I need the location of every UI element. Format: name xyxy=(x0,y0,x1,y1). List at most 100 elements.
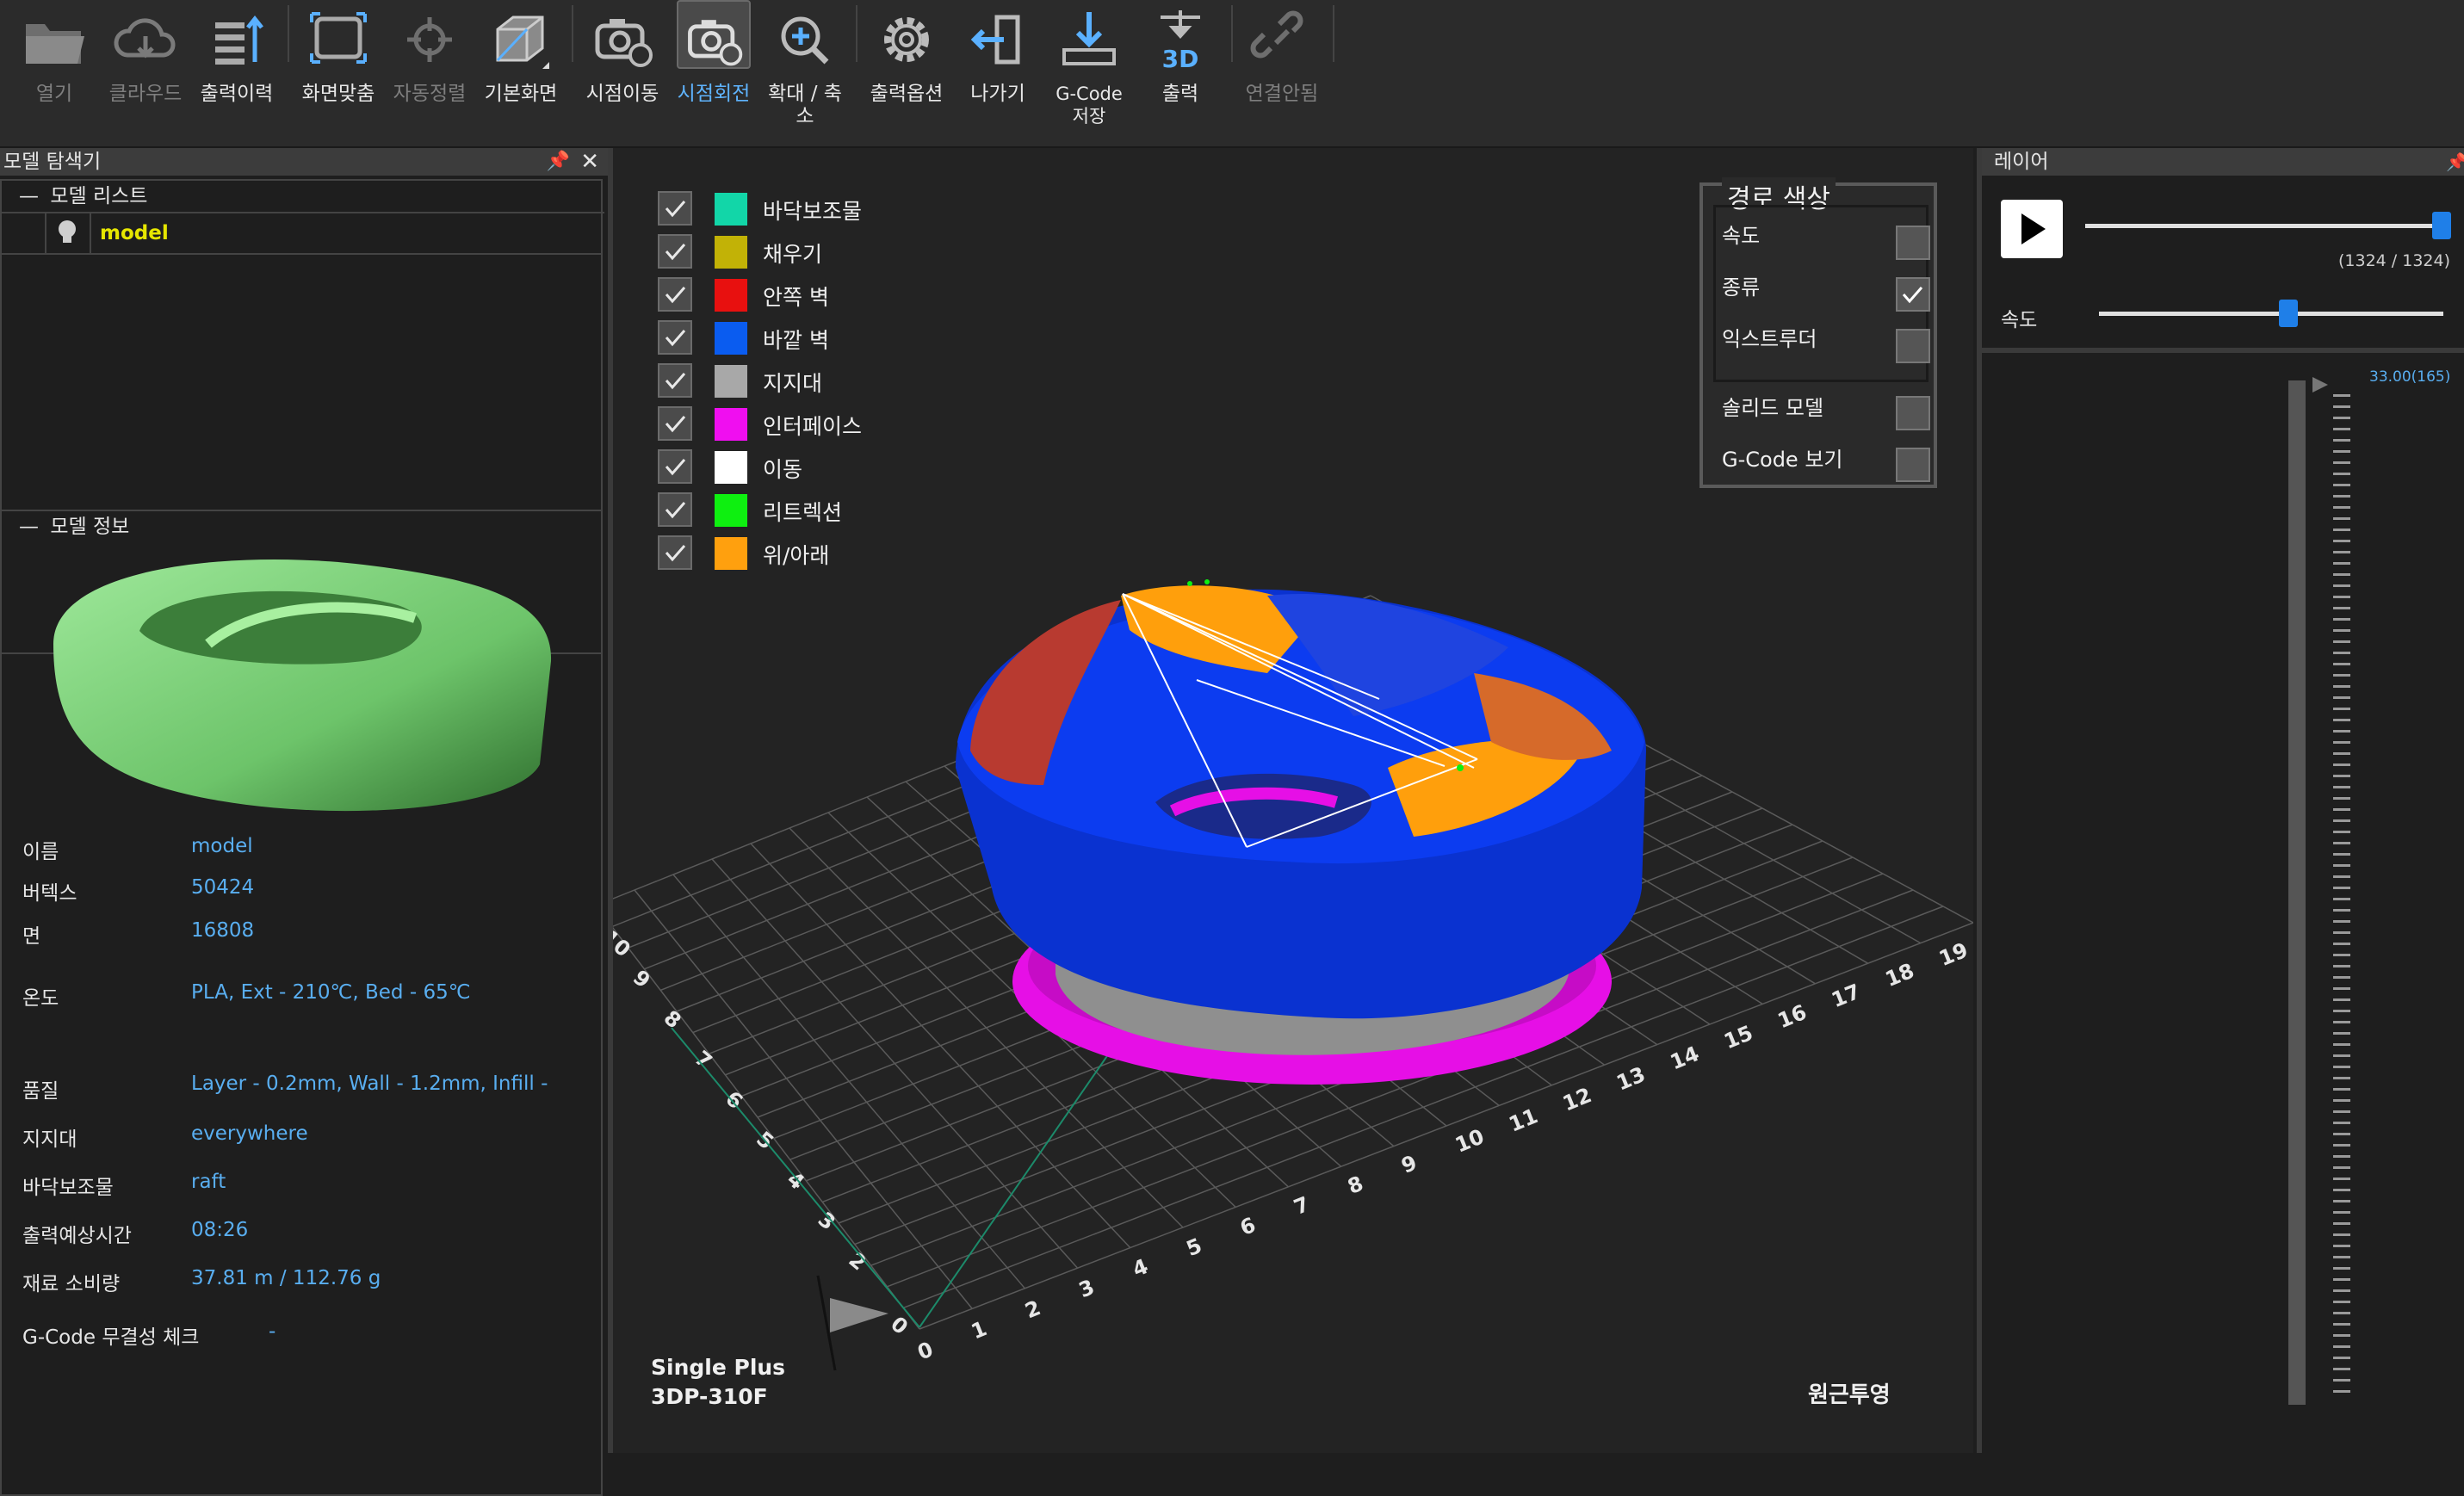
checkmark-icon xyxy=(1902,287,1923,304)
default-view-button[interactable]: 기본화면 xyxy=(484,0,558,142)
legend-label: 리트렉션 xyxy=(763,500,843,525)
x-axis-tick-label: 16 xyxy=(1774,1000,1810,1033)
legend-checkbox[interactable] xyxy=(658,406,692,441)
legend-checkbox[interactable] xyxy=(658,535,692,570)
open-button[interactable]: 열기 xyxy=(17,0,91,142)
layer-tick xyxy=(2333,842,2350,844)
history-button[interactable]: 출력이력 xyxy=(200,0,274,142)
x-axis-tick-label: 17 xyxy=(1828,980,1863,1012)
disconnected-button[interactable]: 연결안됨 xyxy=(1245,0,1319,142)
layer-tick xyxy=(2333,1233,2350,1236)
cloud-download-icon xyxy=(108,5,183,74)
close-icon[interactable]: ✕ xyxy=(580,148,599,176)
legend-checkbox[interactable] xyxy=(658,320,692,355)
3d-viewport[interactable]: 0123456789101112131415161718190234567891… xyxy=(613,148,1973,1453)
legend-checkbox[interactable] xyxy=(658,449,692,484)
rotate-view-button[interactable]: 시점회전 xyxy=(677,0,751,142)
solid-model-checkbox[interactable] xyxy=(1896,396,1930,430)
layer-tick xyxy=(2333,674,2350,677)
layer-tick xyxy=(2333,1066,2350,1068)
exit-button[interactable]: 나가기 xyxy=(961,0,1035,142)
checkmark-icon xyxy=(665,330,686,347)
layer-tick xyxy=(2333,1357,2350,1359)
layer-tick xyxy=(2333,730,2350,733)
layer-slider-track[interactable] xyxy=(2288,380,2306,1405)
print-options-button[interactable]: 출력옵션 xyxy=(870,0,944,142)
playback-slider[interactable] xyxy=(2085,212,2451,239)
layer-tick xyxy=(2333,1133,2350,1135)
layer-tick xyxy=(2333,1021,2350,1023)
layer-tick xyxy=(2333,1289,2350,1292)
collapse-icon[interactable]: — xyxy=(2,516,39,538)
legend-checkbox[interactable] xyxy=(658,363,692,398)
gcode-view-checkbox[interactable] xyxy=(1896,448,1930,482)
layer-tick xyxy=(2333,685,2350,688)
playback-slider-thumb[interactable] xyxy=(2432,212,2451,239)
print-button[interactable]: 3D 출력 xyxy=(1143,0,1217,142)
camera-pan-icon xyxy=(585,5,659,74)
checkmark-icon xyxy=(665,502,686,519)
play-button[interactable] xyxy=(2001,200,2063,258)
gcode-check-label: G-Code 무결성 체크 xyxy=(22,1326,200,1349)
layer-tick xyxy=(2333,663,2350,665)
mode-speed-checkbox[interactable] xyxy=(1896,226,1930,260)
x-axis-tick-label: 12 xyxy=(1559,1083,1594,1116)
model-info-header[interactable]: — 모델 정보 xyxy=(2,511,604,542)
gcode-save-button[interactable]: G-Code 저장 xyxy=(1052,0,1126,142)
checkmark-icon xyxy=(665,545,686,562)
layer-tick xyxy=(2333,618,2350,621)
projection-toggle[interactable]: 원근투영 xyxy=(1808,1377,1891,1409)
legend-checkbox[interactable] xyxy=(658,277,692,312)
printer-name: Single Plus xyxy=(651,1355,786,1380)
checkmark-icon xyxy=(665,416,686,433)
layer-tick xyxy=(2333,461,2350,464)
pin-icon[interactable]: 📌 xyxy=(547,148,570,176)
layer-tick xyxy=(2333,1043,2350,1046)
layer-tick xyxy=(2333,954,2350,956)
layer-tick xyxy=(2333,640,2350,643)
list-item[interactable]: model xyxy=(2,213,601,255)
speed-slider-thumb[interactable] xyxy=(2279,300,2298,327)
layer-tick xyxy=(2333,1379,2350,1382)
legend-checkbox[interactable] xyxy=(658,191,692,226)
mode-extruder-checkbox[interactable] xyxy=(1896,329,1930,363)
model-list-header[interactable]: — 모델 리스트 xyxy=(2,181,604,213)
pan-view-button[interactable]: 시점이동 xyxy=(585,0,659,142)
material-label: 재료 소비량 xyxy=(22,1273,121,1295)
x-axis-tick-label: 0 xyxy=(914,1337,937,1364)
layer-tick xyxy=(2333,629,2350,632)
fit-screen-button[interactable]: 화면맞춤 xyxy=(301,0,375,142)
x-axis-tick-label: 6 xyxy=(1236,1213,1259,1240)
legend-swatch xyxy=(715,408,747,441)
cloud-button[interactable]: 클라우드 xyxy=(108,0,183,142)
pin-icon[interactable]: 📌 xyxy=(2446,148,2464,176)
grid-line xyxy=(613,926,920,1330)
zoom-button[interactable]: 확대 / 축소 xyxy=(768,0,842,142)
legend-checkbox[interactable] xyxy=(658,234,692,269)
layer-tick xyxy=(2333,405,2350,408)
exit-icon xyxy=(961,5,1035,74)
crosshair-icon xyxy=(393,5,467,74)
camera-rotate-icon xyxy=(677,0,751,69)
layer-pointer-icon[interactable] xyxy=(2311,375,2330,399)
legend-label: 바깥 벽 xyxy=(763,328,829,353)
layer-tick xyxy=(2333,1368,2350,1370)
legend-checkbox[interactable] xyxy=(658,492,692,527)
collapse-icon[interactable]: — xyxy=(2,185,39,207)
layer-tick xyxy=(2333,1054,2350,1057)
layer-tick xyxy=(2333,819,2350,822)
svg-text:3D: 3D xyxy=(1162,45,1199,73)
explorer-titlebar: 모델 탐색기 📌 ✕ xyxy=(0,148,608,176)
speed-slider[interactable] xyxy=(2099,300,2443,327)
legend-label: 이동 xyxy=(763,457,803,482)
solid-model-label: 솔리드 모델 xyxy=(1722,396,1824,420)
vertex-label: 버텍스 xyxy=(22,882,77,905)
lightbulb-icon[interactable] xyxy=(55,219,79,251)
mode-type-label: 종류 xyxy=(1722,275,1761,300)
mode-type-checkbox[interactable] xyxy=(1896,277,1930,312)
x-axis-tick-label: 1 xyxy=(968,1316,990,1344)
layer-tick xyxy=(2333,1088,2350,1091)
legend-swatch xyxy=(715,494,747,527)
auto-align-button[interactable]: 자동정렬 xyxy=(393,0,467,142)
cube-icon xyxy=(484,5,558,74)
